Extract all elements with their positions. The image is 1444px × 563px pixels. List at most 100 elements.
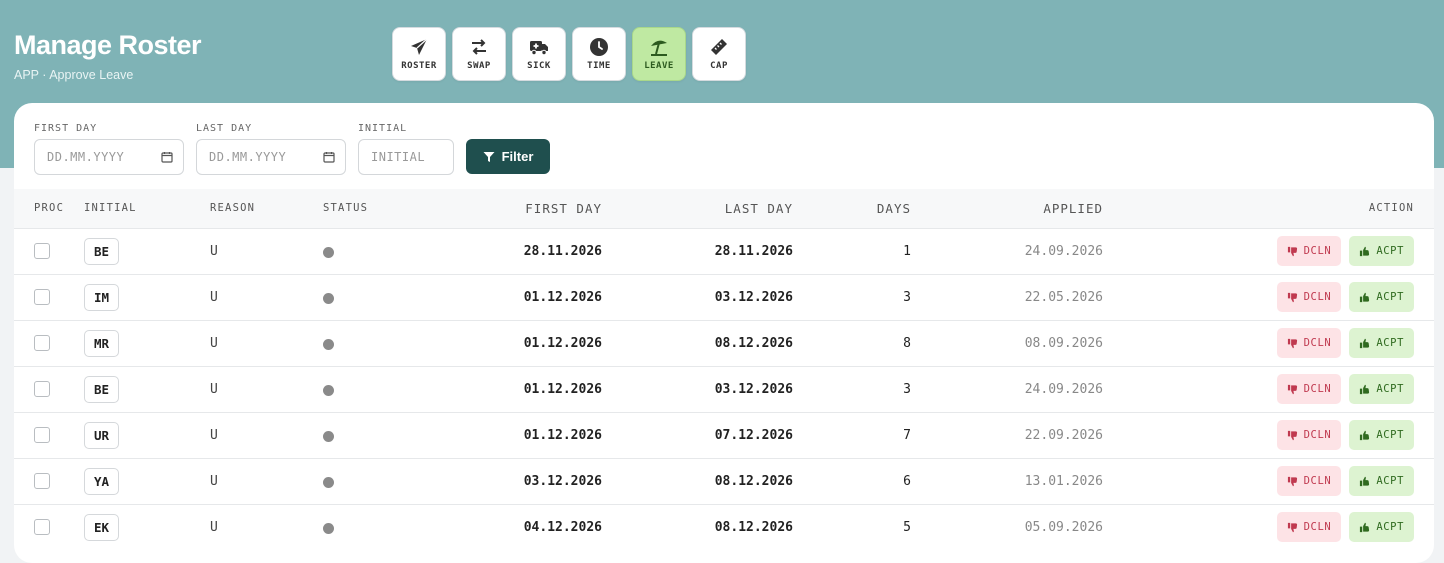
- last-day-cell: 28.11.2026: [714, 243, 793, 259]
- days-cell: 1: [903, 243, 911, 259]
- page-title: Manage Roster: [14, 30, 202, 60]
- decline-button[interactable]: DCLN: [1276, 374, 1342, 404]
- decline-label: DCLN: [1303, 429, 1332, 441]
- status-dot: [323, 431, 334, 442]
- swap-arrows-icon: [472, 39, 486, 55]
- col-applied: APPLIED: [1043, 200, 1103, 216]
- proc-checkbox[interactable]: [34, 427, 50, 443]
- initial-badge: BE: [84, 375, 119, 403]
- decline-button[interactable]: DCLN: [1276, 420, 1342, 450]
- decline-button[interactable]: DCLN: [1276, 236, 1342, 266]
- ambulance-icon: [530, 41, 548, 56]
- accept-button[interactable]: ACPT: [1349, 420, 1414, 450]
- nav-label: LEAVE: [644, 61, 674, 71]
- leave-table: PROC INITIAL REASON STATUS FIRST DAY LAS…: [14, 189, 1434, 550]
- thumbs-down-icon: [1287, 246, 1297, 256]
- nav-leave-button[interactable]: LEAVE: [632, 27, 686, 81]
- accept-label: ACPT: [1376, 383, 1404, 395]
- proc-checkbox[interactable]: [34, 519, 50, 536]
- nav-label: ROSTER: [401, 61, 437, 71]
- days-cell: 6: [903, 473, 911, 489]
- proc-checkbox[interactable]: [34, 335, 50, 351]
- ruler-icon: [711, 39, 727, 55]
- proc-checkbox[interactable]: [34, 473, 50, 489]
- days-cell: 3: [903, 381, 911, 397]
- proc-checkbox[interactable]: [34, 243, 50, 259]
- accept-label: ACPT: [1376, 475, 1404, 487]
- applied-cell: 05.09.2026: [1024, 519, 1103, 535]
- applied-cell: 13.01.2026: [1024, 473, 1103, 489]
- thumbs-up-icon: [1360, 430, 1370, 440]
- proc-checkbox[interactable]: [34, 289, 50, 305]
- accept-label: ACPT: [1376, 521, 1404, 534]
- decline-button[interactable]: DCLN: [1276, 282, 1342, 312]
- decline-label: DCLN: [1303, 383, 1332, 395]
- reason-cell: U: [210, 519, 218, 535]
- thumbs-down-icon: [1287, 476, 1297, 486]
- table-row: MR U 01.12.2026 08.12.2026 8 08.09.2026 DCLN AC…: [14, 320, 1434, 366]
- accept-button[interactable]: ACPT: [1349, 512, 1414, 543]
- col-days: DAYS: [876, 200, 911, 216]
- first-day-cell: 03.12.2026: [523, 473, 602, 489]
- filter-button[interactable]: Filter: [466, 139, 550, 174]
- accept-button[interactable]: ACPT: [1349, 374, 1414, 404]
- thumbs-up-icon: [1360, 292, 1370, 302]
- status-dot: [323, 523, 334, 535]
- decline-label: DCLN: [1303, 475, 1332, 487]
- applied-cell: 24.09.2026: [1024, 243, 1103, 259]
- thumbs-up-icon: [1360, 246, 1370, 256]
- last-day-cell: 08.12.2026: [714, 473, 793, 489]
- nav-swap-button[interactable]: SWAP: [452, 27, 506, 81]
- table-row: UR U 01.12.2026 07.12.2026 7 22.09.2026 DCLN AC…: [14, 412, 1434, 458]
- last-day-cell: 03.12.2026: [714, 289, 793, 305]
- status-dot: [323, 477, 334, 488]
- proc-checkbox[interactable]: [34, 381, 50, 397]
- last-day-cell: 07.12.2026: [714, 427, 793, 443]
- days-cell: 7: [903, 427, 911, 443]
- col-first-day: FIRST DAY: [525, 200, 602, 216]
- col-last-day: LAST DAY: [724, 200, 793, 216]
- applied-cell: 22.05.2026: [1024, 289, 1103, 305]
- calendar-icon: [323, 152, 335, 163]
- first-day-cell: 01.12.2026: [523, 427, 602, 443]
- nav-roster-button[interactable]: ROSTER: [392, 27, 446, 81]
- nav-sick-button[interactable]: SICK: [512, 27, 566, 81]
- decline-button[interactable]: DCLN: [1276, 512, 1342, 543]
- accept-button[interactable]: ACPT: [1349, 282, 1414, 312]
- initial-input[interactable]: INITIAL: [358, 139, 454, 175]
- nav-cap-button[interactable]: CAP: [692, 27, 746, 81]
- thumbs-up-icon: [1360, 338, 1370, 348]
- last-day-input[interactable]: DD.MM.YYYY: [196, 139, 346, 175]
- last-day-cell: 08.12.2026: [714, 519, 793, 535]
- funnel-icon: [483, 151, 495, 162]
- initial-badge: MR: [84, 329, 119, 357]
- initial-badge: YA: [84, 467, 119, 495]
- days-cell: 3: [903, 289, 911, 305]
- first-day-input[interactable]: DD.MM.YYYY: [34, 139, 184, 175]
- reason-cell: U: [210, 427, 218, 443]
- col-action: ACTION: [1368, 202, 1414, 215]
- decline-label: DCLN: [1303, 291, 1332, 303]
- col-status: STATUS: [323, 202, 369, 215]
- clock-icon: [590, 38, 608, 56]
- paper-plane-icon: [411, 38, 428, 55]
- decline-button[interactable]: DCLN: [1276, 466, 1342, 496]
- reason-cell: U: [210, 243, 218, 259]
- col-initial: INITIAL: [84, 202, 137, 215]
- applied-cell: 22.09.2026: [1024, 427, 1103, 443]
- col-proc: PROC: [34, 202, 65, 215]
- status-dot: [323, 293, 334, 304]
- last-day-label: LAST DAY: [196, 123, 253, 134]
- nav-time-button[interactable]: TIME: [572, 27, 626, 81]
- table-row: IM U 01.12.2026 03.12.2026 3 22.05.2026 DCLN AC…: [14, 274, 1434, 320]
- initial-badge: IM: [84, 283, 119, 311]
- first-day-cell: 01.12.2026: [523, 289, 602, 305]
- thumbs-up-icon: [1360, 522, 1370, 532]
- first-day-cell: 28.11.2026: [523, 243, 602, 259]
- accept-button[interactable]: ACPT: [1349, 466, 1414, 496]
- accept-button[interactable]: ACPT: [1349, 236, 1414, 266]
- initial-badge: EK: [84, 513, 119, 541]
- decline-button[interactable]: DCLN: [1276, 328, 1342, 358]
- accept-button[interactable]: ACPT: [1349, 328, 1414, 358]
- thumbs-down-icon: [1287, 522, 1297, 533]
